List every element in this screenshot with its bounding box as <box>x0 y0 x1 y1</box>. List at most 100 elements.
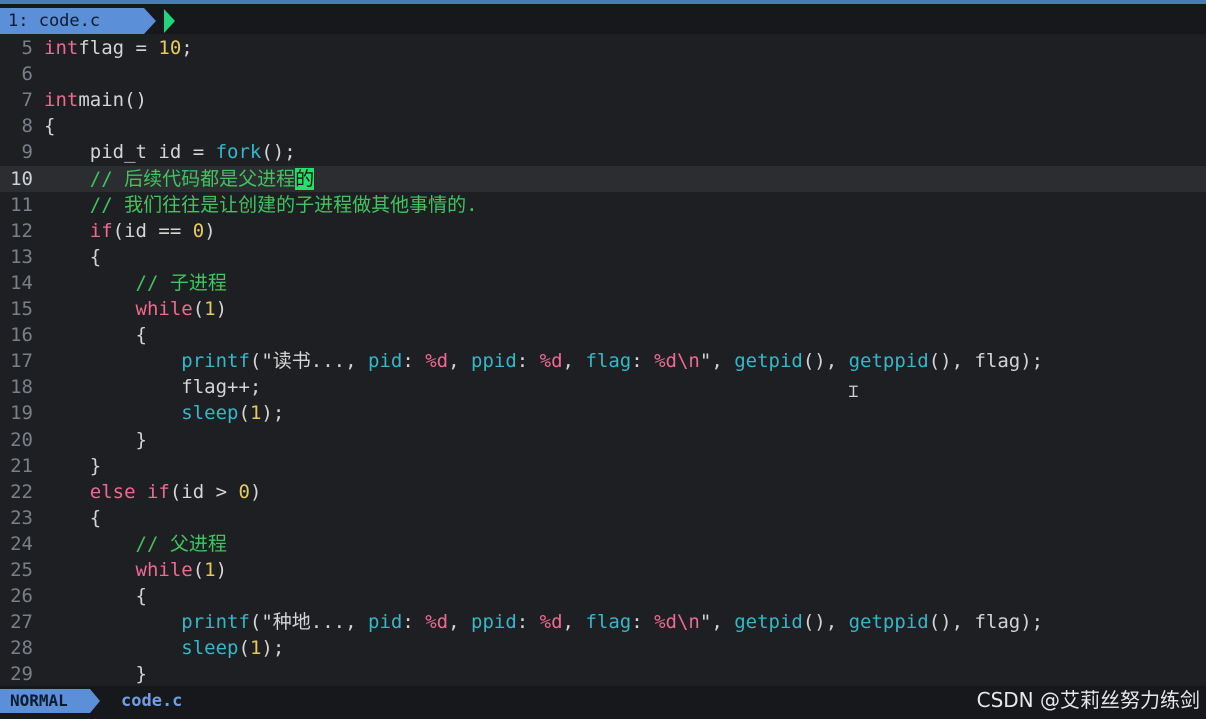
line-number: 15 <box>10 298 33 320</box>
code-token: printf <box>181 350 250 373</box>
line-number: 29 <box>10 663 33 686</box>
line-number: 6 <box>21 63 33 86</box>
code-token: int <box>44 37 79 59</box>
code-line[interactable]: 29 } <box>0 661 1206 687</box>
code-token: pid <box>368 350 403 373</box>
line-number: 22 <box>10 480 33 503</box>
code-token: 0 <box>192 219 205 242</box>
code-text: { <box>44 244 101 270</box>
code-token: main() <box>78 89 147 112</box>
code-token: 1 <box>249 402 262 425</box>
code-token: (), <box>802 611 849 634</box>
buffer-tab[interactable]: 1: code.c <box>0 8 144 34</box>
code-line[interactable]: 27 printf("种地..., pid: %d, ppid: %d, fla… <box>0 609 1206 635</box>
code-text: intmain() <box>44 87 147 113</box>
code-line[interactable]: 17 printf("读书..., pid: %d, ppid: %d, fla… <box>0 348 1206 374</box>
code-line[interactable]: 11 // 我们往往是让创建的子进程做其他事情的. <box>0 192 1206 218</box>
line-number: 16 <box>10 324 33 347</box>
code-line[interactable]: 16 { <box>0 322 1206 348</box>
code-line[interactable]: 20 } <box>0 427 1206 453</box>
code-token: ", <box>699 611 735 634</box>
code-token: ) <box>204 219 216 242</box>
code-line[interactable]: 8{ <box>0 113 1206 139</box>
mouse-ibeam-cursor-icon: Ɪ <box>849 382 858 401</box>
code-text: printf("读书..., pid: %d, ppid: %d, flag: … <box>44 348 1043 374</box>
code-token: (), <box>802 350 849 373</box>
code-token: %d <box>654 350 677 373</box>
code-token: , <box>562 611 586 634</box>
code-token: 1 <box>204 559 216 581</box>
code-token: : <box>402 611 426 634</box>
code-line[interactable]: 5 intflag = 10; <box>0 35 1206 61</box>
code-token: fork <box>215 141 262 164</box>
code-token: (); <box>261 141 296 164</box>
code-text: while(1) <box>44 557 228 583</box>
code-text: { <box>44 322 147 348</box>
code-token: : <box>402 350 426 373</box>
line-number: 20 <box>10 428 33 451</box>
code-token: flag <box>585 611 632 634</box>
code-text: printf("种地..., pid: %d, ppid: %d, flag: … <box>44 609 1043 635</box>
tab-separator-arrow <box>144 8 156 34</box>
code-line[interactable]: 22 else if(id > 0) <box>0 479 1206 505</box>
code-token: (id == <box>112 219 193 242</box>
code-line[interactable]: 12 if(id == 0) <box>0 218 1206 244</box>
line-number: 23 <box>10 506 33 529</box>
code-token: pid <box>368 611 403 634</box>
line-number: 25 <box>10 559 33 581</box>
code-token: 0 <box>238 480 250 503</box>
code-text: else if(id > 0) <box>44 479 262 505</box>
code-token: { <box>44 245 102 268</box>
line-number: 26 <box>10 585 33 608</box>
code-token: , <box>448 611 471 634</box>
tab-indicator-icon <box>164 9 175 33</box>
code-line[interactable]: 13 { <box>0 244 1206 270</box>
code-token: { <box>44 324 147 347</box>
line-number: 12 <box>10 219 33 242</box>
code-line[interactable]: 10 // 后续代码都是父进程的 <box>0 165 1206 192</box>
code-line[interactable]: 15 while(1) <box>0 296 1206 322</box>
code-token: printf <box>181 611 250 634</box>
code-token: pid_t id = <box>44 141 216 164</box>
status-filename: code.c <box>121 691 183 711</box>
code-line[interactable]: 9 pid_t id = fork(); <box>0 139 1206 165</box>
code-token: getpid <box>734 611 803 634</box>
code-line[interactable]: 23 { <box>0 505 1206 531</box>
code-editor[interactable]: 5 intflag = 10; 6 7 intmain() 8{9 pid_t id = … <box>0 35 1206 685</box>
code-line[interactable]: 26 { <box>0 583 1206 609</box>
line-number: 21 <box>10 454 33 477</box>
code-token: ppid <box>471 350 517 373</box>
code-token: %d <box>425 350 449 373</box>
code-token: \n <box>676 611 700 634</box>
code-line[interactable]: 21 } <box>0 453 1206 479</box>
code-token: while <box>135 559 193 581</box>
code-line[interactable]: 25 while(1) <box>0 557 1206 583</box>
code-line[interactable]: 14 // 子进程 <box>0 270 1206 296</box>
code-token: 10 <box>158 37 182 59</box>
code-text: if(id == 0) <box>44 218 216 244</box>
line-number: 17 <box>10 350 33 373</box>
code-text: intflag = 10; <box>44 35 193 61</box>
code-line[interactable]: 19 sleep(1); <box>0 400 1206 426</box>
code-line[interactable]: 6 <box>0 61 1206 87</box>
code-line[interactable]: 24 // 父进程 <box>0 531 1206 557</box>
line-number: 7 <box>21 89 33 112</box>
code-token: int <box>44 89 79 112</box>
line-number: 10 <box>10 167 33 190</box>
code-token: ( <box>238 637 250 660</box>
code-token: // 子进程 <box>44 271 227 294</box>
code-token: ("种地..., <box>249 611 368 634</box>
code-line[interactable]: 28 sleep(1); <box>0 635 1206 661</box>
code-token: ( <box>192 298 205 320</box>
code-token: getppid <box>848 611 929 634</box>
code-token: // 后续代码都是父进程 <box>44 167 296 190</box>
watermark: CSDN @艾莉丝努力练剑 <box>976 688 1200 712</box>
tabline <box>0 4 1206 34</box>
code-token: ppid <box>471 611 517 634</box>
code-line[interactable]: 18 flag++; <box>0 374 1206 400</box>
code-token: sleep <box>181 402 239 425</box>
code-line[interactable]: 7 intmain() <box>0 87 1206 113</box>
